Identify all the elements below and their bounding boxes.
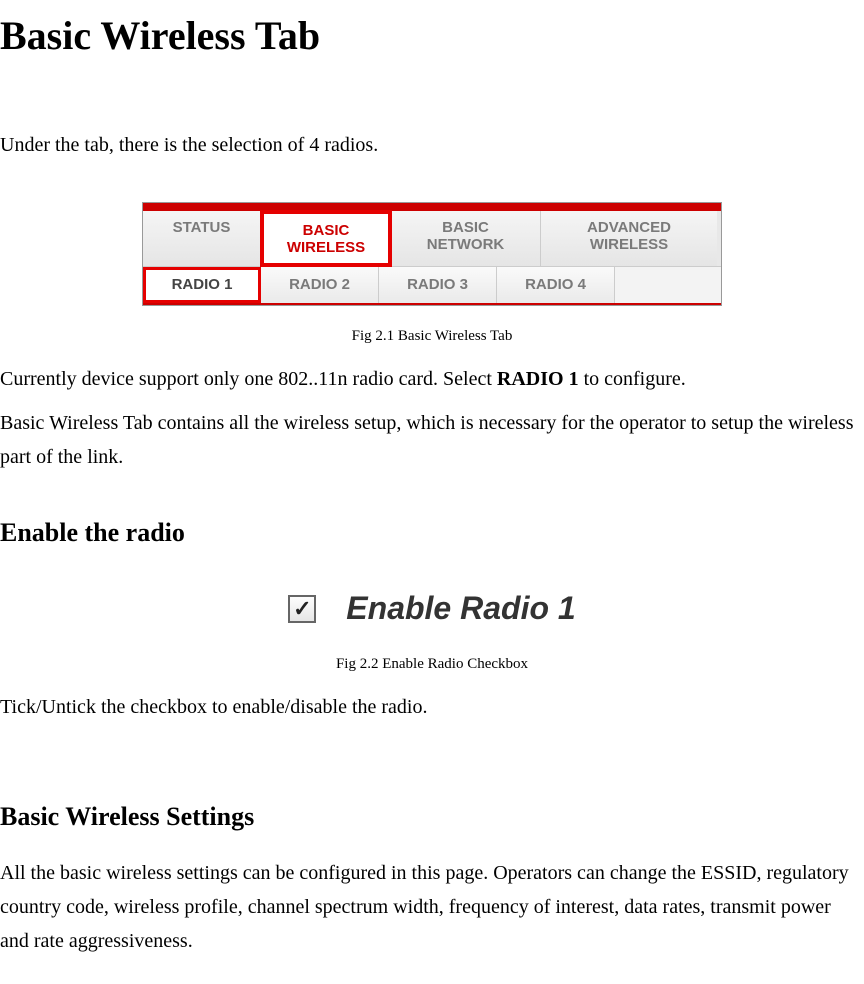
subtab-radio-2[interactable]: RADIO 2 — [261, 267, 379, 303]
tabs-screenshot: STATUS BASIC WIRELESS BASIC NETWORK ADVA… — [142, 202, 722, 306]
tab-basic-network-label-l1: BASIC — [442, 219, 489, 236]
tab-status[interactable]: STATUS — [143, 211, 261, 266]
spacer — [0, 734, 864, 758]
checkmark-icon: ✓ — [293, 591, 311, 626]
subtab-radio-4-label: RADIO 4 — [525, 276, 586, 293]
tab-basic-network-label-l2: NETWORK — [427, 236, 505, 253]
heading-basic-wireless-settings: Basic Wireless Settings — [0, 796, 864, 838]
paragraph-settings: All the basic wireless settings can be c… — [0, 856, 864, 958]
subtab-radio-3-label: RADIO 3 — [407, 276, 468, 293]
tab-status-label: STATUS — [173, 219, 231, 236]
paragraph-radio1-pre: Currently device support only one 802..1… — [0, 368, 497, 390]
page-title: Basic Wireless Tab — [0, 4, 864, 68]
tab-basic-wireless-label-l1: BASIC — [303, 222, 350, 239]
paragraph-radio1-bold: RADIO 1 — [497, 368, 579, 390]
tab-advanced-wireless-label-l2: WIRELESS — [590, 236, 668, 253]
tab-advanced-wireless[interactable]: ADVANCED WIRELESS — [541, 211, 717, 266]
tab-basic-wireless-label-l2: WIRELESS — [287, 239, 365, 256]
enable-radio-label: Enable Radio 1 — [346, 583, 575, 634]
figure-2-caption: Fig 2.2 Enable Radio Checkbox — [0, 652, 864, 676]
subtab-radio-4[interactable]: RADIO 4 — [497, 267, 615, 303]
tabs-top-redbar — [143, 203, 721, 211]
tabs-row-radios: RADIO 1 RADIO 2 RADIO 3 RADIO 4 — [143, 266, 721, 303]
subtab-radio-2-label: RADIO 2 — [289, 276, 350, 293]
tab-advanced-wireless-label-l1: ADVANCED — [587, 219, 671, 236]
enable-radio-checkbox[interactable]: ✓ — [288, 595, 316, 623]
enable-radio-screenshot: ✓ Enable Radio 1 — [288, 583, 575, 634]
tabs-bottom-redbar — [143, 303, 721, 305]
tab-basic-network[interactable]: BASIC NETWORK — [391, 211, 541, 266]
paragraph-radio1: Currently device support only one 802..1… — [0, 362, 864, 396]
intro-paragraph: Under the tab, there is the selection of… — [0, 128, 864, 162]
paragraph-radio1-post: to configure. — [579, 368, 686, 390]
figure-1: STATUS BASIC WIRELESS BASIC NETWORK ADVA… — [0, 202, 864, 348]
tabs-row-primary: STATUS BASIC WIRELESS BASIC NETWORK ADVA… — [143, 211, 721, 266]
tab-basic-wireless[interactable]: BASIC WIRELESS — [261, 211, 391, 266]
figure-2: ✓ Enable Radio 1 Fig 2.2 Enable Radio Ch… — [0, 571, 864, 676]
subtab-radio-1[interactable]: RADIO 1 — [143, 267, 261, 303]
paragraph-tick-untick: Tick/Untick the checkbox to enable/disab… — [0, 690, 864, 724]
paragraph-setup: Basic Wireless Tab contains all the wire… — [0, 406, 864, 474]
heading-enable-radio: Enable the radio — [0, 512, 864, 554]
figure-1-caption: Fig 2.1 Basic Wireless Tab — [0, 324, 864, 348]
subtab-radio-1-label: RADIO 1 — [172, 276, 233, 293]
subtab-radio-3[interactable]: RADIO 3 — [379, 267, 497, 303]
